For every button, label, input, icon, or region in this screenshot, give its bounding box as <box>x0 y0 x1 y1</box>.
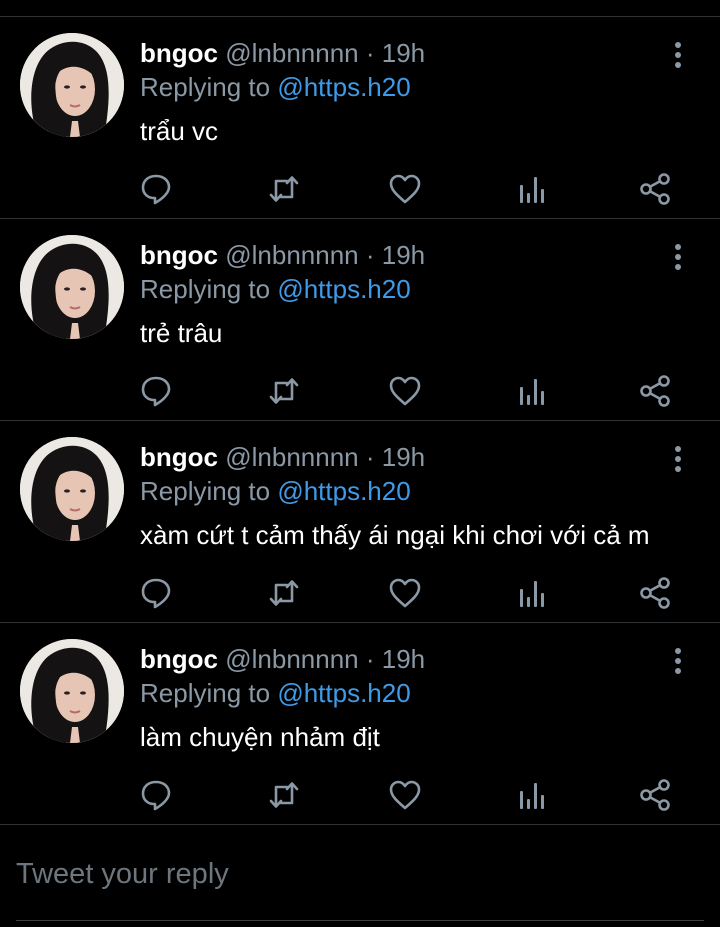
replying-to-label: Replying to <box>140 678 278 708</box>
replying-to: Replying to @https.h20 <box>140 677 411 709</box>
more-vertical-icon[interactable] <box>662 39 694 71</box>
replying-to: Replying to @https.h20 <box>140 273 411 305</box>
tweet-actions <box>0 373 720 409</box>
retweet-icon[interactable] <box>266 777 302 813</box>
display-name[interactable]: bngoc <box>140 442 218 472</box>
username-handle[interactable]: @lnbnnnnn <box>225 644 358 674</box>
avatar[interactable] <box>20 33 124 137</box>
timestamp[interactable]: 19h <box>382 644 425 674</box>
tweet-header: bngoc @lnbnnnnn · 19h <box>140 441 425 473</box>
username-handle[interactable]: @lnbnnnnn <box>225 240 358 270</box>
tweet-text: xàm cứt t cảm thấy ái ngại khi chơi với … <box>140 520 650 550</box>
mention-link[interactable]: @https.h20 <box>277 72 410 102</box>
separator: · <box>365 644 375 674</box>
tweet-actions <box>0 575 720 611</box>
tweet-text: trẻ trâu <box>140 318 223 348</box>
avatar[interactable] <box>20 639 124 743</box>
replying-to-label: Replying to <box>140 476 278 506</box>
avatar[interactable] <box>20 437 124 541</box>
mention-link[interactable]: @https.h20 <box>277 274 410 304</box>
replying-to-label: Replying to <box>140 274 278 304</box>
tweet-header: bngoc @lnbnnnnn · 19h <box>140 239 425 271</box>
replying-to: Replying to @https.h20 <box>140 475 411 507</box>
heart-icon[interactable] <box>387 373 423 409</box>
analytics-icon[interactable] <box>513 171 549 207</box>
analytics-icon[interactable] <box>513 373 549 409</box>
tweet-header: bngoc @lnbnnnnn · 19h <box>140 37 425 69</box>
reply-input[interactable]: Tweet your reply <box>16 856 229 892</box>
retweet-icon[interactable] <box>266 373 302 409</box>
share-icon[interactable] <box>638 171 674 207</box>
more-vertical-icon[interactable] <box>662 645 694 677</box>
username-handle[interactable]: @lnbnnnnn <box>225 442 358 472</box>
display-name[interactable]: bngoc <box>140 38 218 68</box>
retweet-icon[interactable] <box>266 575 302 611</box>
timestamp[interactable]: 19h <box>382 240 425 270</box>
share-icon[interactable] <box>638 777 674 813</box>
mention-link[interactable]: @https.h20 <box>277 678 410 708</box>
tweet-text: làm chuyện nhảm địt <box>140 722 380 752</box>
share-icon[interactable] <box>638 373 674 409</box>
display-name[interactable]: bngoc <box>140 644 218 674</box>
tweet-item[interactable]: bngoc @lnbnnnnn · 19h Replying to @https… <box>0 17 720 219</box>
reply-composer[interactable]: Tweet your reply <box>0 836 720 921</box>
reply-icon[interactable] <box>138 171 174 207</box>
reply-input-underline <box>16 920 704 921</box>
separator: · <box>365 442 375 472</box>
mention-link[interactable]: @https.h20 <box>277 476 410 506</box>
tweet-actions <box>0 171 720 207</box>
analytics-icon[interactable] <box>513 575 549 611</box>
avatar[interactable] <box>20 235 124 339</box>
reply-icon[interactable] <box>138 373 174 409</box>
separator: · <box>365 38 375 68</box>
more-vertical-icon[interactable] <box>662 443 694 475</box>
share-icon[interactable] <box>638 575 674 611</box>
more-vertical-icon[interactable] <box>662 241 694 273</box>
separator: · <box>365 240 375 270</box>
tweet-item[interactable]: bngoc @lnbnnnnn · 19h Replying to @https… <box>0 421 720 623</box>
timestamp[interactable]: 19h <box>382 38 425 68</box>
heart-icon[interactable] <box>387 171 423 207</box>
display-name[interactable]: bngoc <box>140 240 218 270</box>
tweet-item[interactable]: bngoc @lnbnnnnn · 19h Replying to @https… <box>0 219 720 421</box>
reply-icon[interactable] <box>138 575 174 611</box>
replying-to: Replying to @https.h20 <box>140 71 411 103</box>
heart-icon[interactable] <box>387 777 423 813</box>
timestamp[interactable]: 19h <box>382 442 425 472</box>
tweet-item[interactable]: bngoc @lnbnnnnn · 19h Replying to @https… <box>0 623 720 825</box>
tweet-header: bngoc @lnbnnnnn · 19h <box>140 643 425 675</box>
heart-icon[interactable] <box>387 575 423 611</box>
username-handle[interactable]: @lnbnnnnn <box>225 38 358 68</box>
analytics-icon[interactable] <box>513 777 549 813</box>
reply-icon[interactable] <box>138 777 174 813</box>
replying-to-label: Replying to <box>140 72 278 102</box>
tweet-actions <box>0 777 720 813</box>
tweet-text: trẩu vc <box>140 116 219 146</box>
retweet-icon[interactable] <box>266 171 302 207</box>
